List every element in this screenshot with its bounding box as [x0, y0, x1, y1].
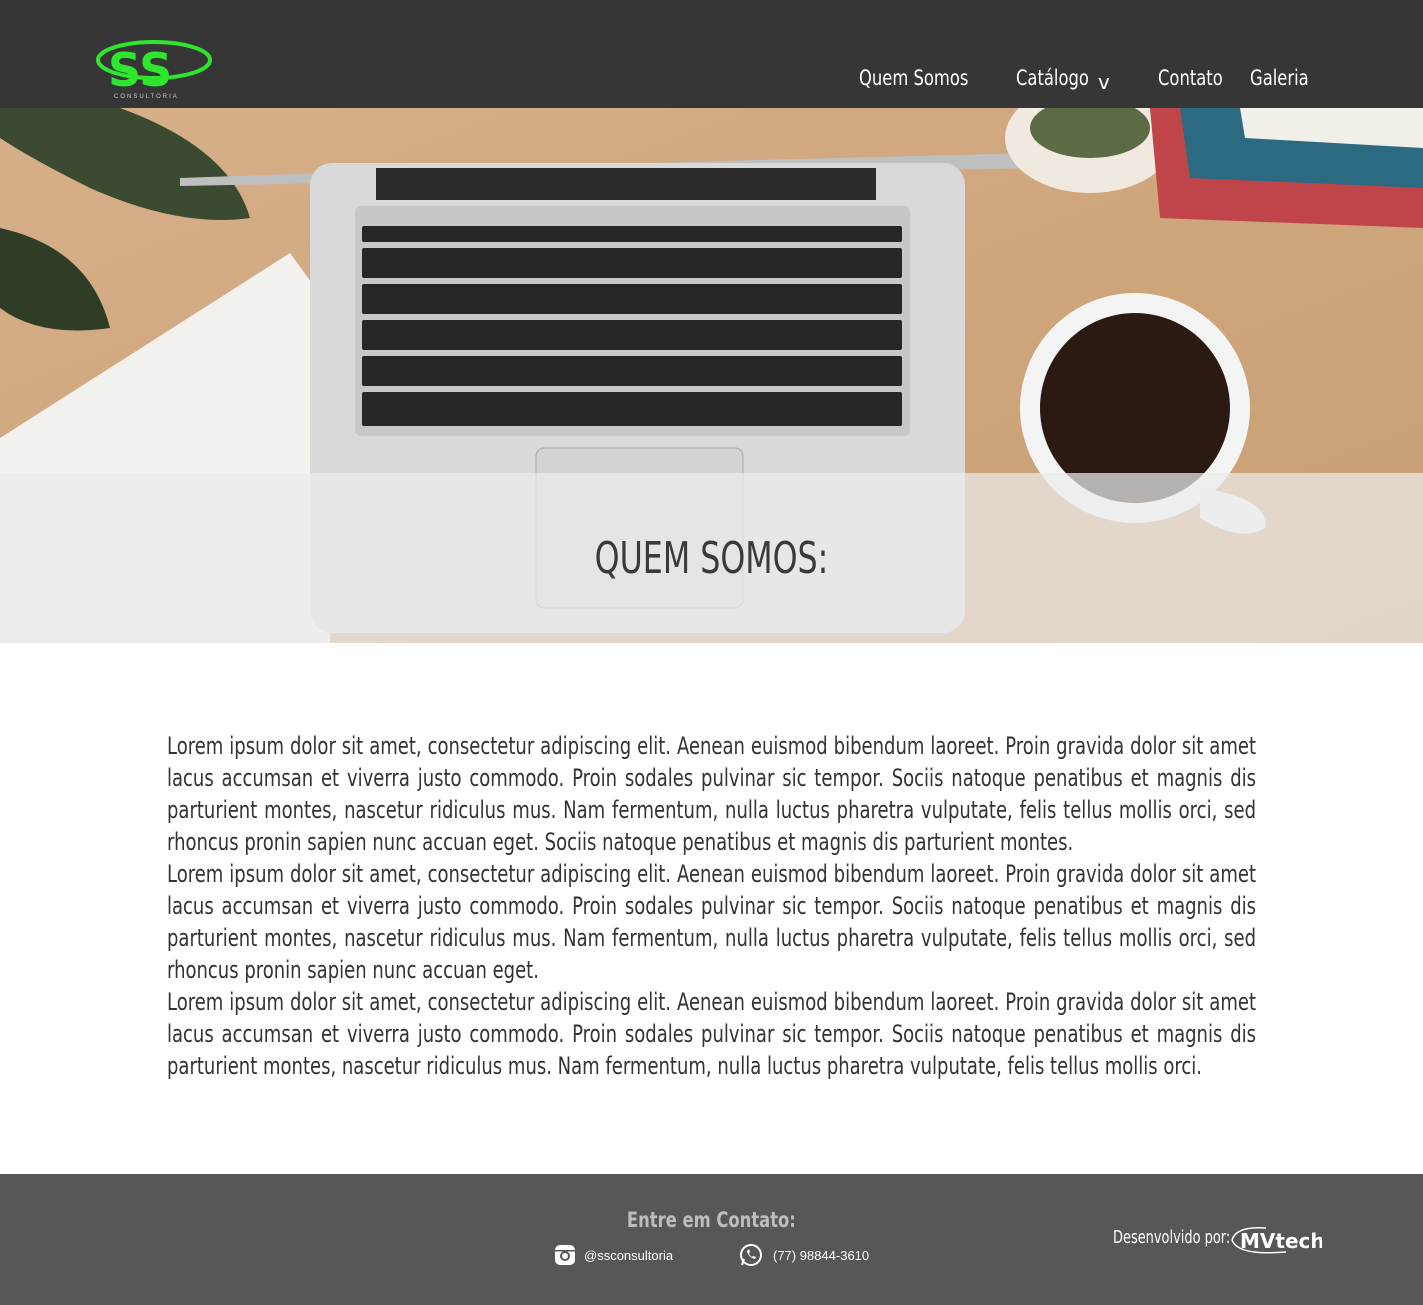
- site-header: SS ​ CONSULTORIA Quem Somos Catálogo v C…: [0, 0, 1423, 108]
- about-content: Lorem ipsum dolor sit amet, consectetur …: [167, 730, 1256, 1082]
- nav-quem-somos[interactable]: Quem Somos: [859, 66, 968, 90]
- about-paragraph: Lorem ipsum dolor sit amet, consectetur …: [167, 988, 1256, 1080]
- footer-contact-title: Entre em Contato:: [626, 1208, 796, 1232]
- logo-tagline: CONSULTORIA: [114, 94, 179, 100]
- whatsapp-link[interactable]: (77) 98844-3610: [739, 1243, 869, 1267]
- page-title: QUEM SOMOS:: [594, 533, 829, 584]
- mvtech-logo-text: MVtech: [1240, 1229, 1322, 1253]
- nav-catalogo[interactable]: Catálogo: [1016, 66, 1089, 90]
- instagram-link[interactable]: @ssconsultoria: [554, 1243, 673, 1267]
- hero-banner: QUEM SOMOS:: [0, 108, 1423, 643]
- nav-galeria[interactable]: Galeria: [1250, 66, 1309, 90]
- instagram-icon: [555, 1245, 575, 1265]
- instagram-handle: @ssconsultoria: [584, 1247, 674, 1263]
- chevron-down-icon[interactable]: v: [1098, 70, 1110, 94]
- nav-contato[interactable]: Contato: [1158, 66, 1223, 90]
- whatsapp-phone: (77) 98844-3610: [773, 1247, 870, 1263]
- about-paragraph: Lorem ipsum dolor sit amet, consectetur …: [167, 860, 1256, 984]
- developed-by-label: Desenvolvido por:: [1113, 1227, 1231, 1248]
- logo-text: SS: [108, 43, 172, 97]
- ss-logo[interactable]: SS ​ CONSULTORIA: [96, 38, 216, 100]
- about-paragraph: Lorem ipsum dolor sit amet, consectetur …: [167, 732, 1256, 856]
- mvtech-logo[interactable]: MVtech: [1226, 1222, 1322, 1258]
- whatsapp-icon: [740, 1244, 762, 1266]
